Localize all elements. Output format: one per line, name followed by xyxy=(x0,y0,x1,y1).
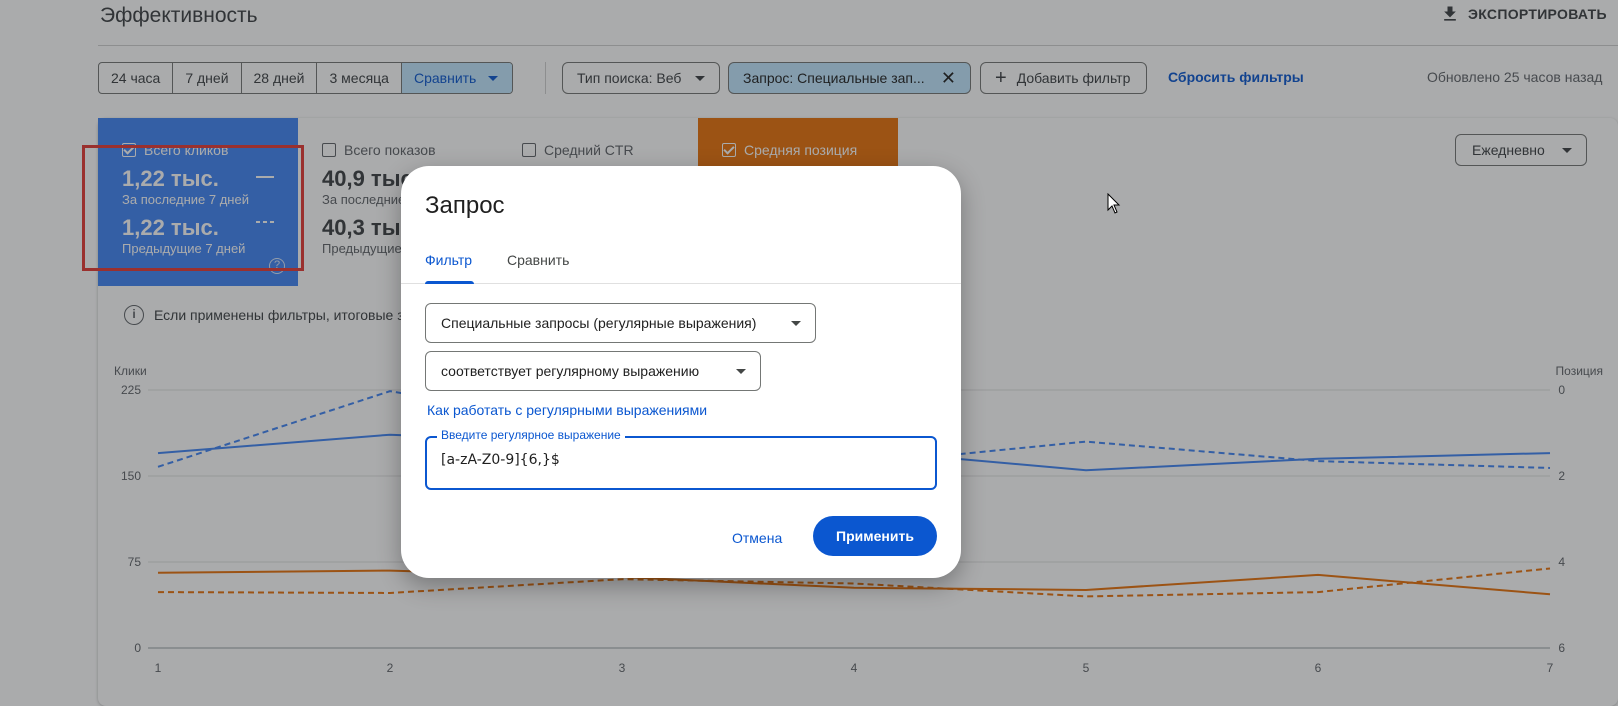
regex-help-link[interactable]: Как работать с регулярными выражениями xyxy=(427,402,707,418)
regex-input[interactable] xyxy=(441,452,921,468)
dialog-title: Запрос xyxy=(425,192,505,219)
regex-field[interactable]: Введите регулярное выражение xyxy=(425,428,937,490)
query-dialog: Запрос Фильтр Сравнить Специальные запро… xyxy=(401,166,961,578)
query-type-value: Специальные запросы (регулярные выражени… xyxy=(441,315,757,331)
query-type-dropdown[interactable]: Специальные запросы (регулярные выражени… xyxy=(425,303,816,343)
tab-compare[interactable]: Сравнить xyxy=(507,252,569,268)
tab-filter[interactable]: Фильтр xyxy=(425,252,472,268)
cancel-button[interactable]: Отмена xyxy=(732,530,782,546)
dialog-tabs: Фильтр Сравнить xyxy=(401,232,961,284)
regex-field-label: Введите регулярное выражение xyxy=(437,428,625,442)
chevron-down-icon xyxy=(791,321,801,326)
match-type-value: соответствует регулярному выражению xyxy=(441,363,700,379)
active-tab-indicator xyxy=(425,281,474,284)
performance-page: Эффективность ЭКСПОРТИРОВАТЬ 24 часа 7 д… xyxy=(0,0,1618,706)
mouse-cursor-icon xyxy=(1107,193,1121,214)
chevron-down-icon xyxy=(736,369,746,374)
match-type-dropdown[interactable]: соответствует регулярному выражению xyxy=(425,351,761,391)
apply-button[interactable]: Применить xyxy=(813,516,937,556)
